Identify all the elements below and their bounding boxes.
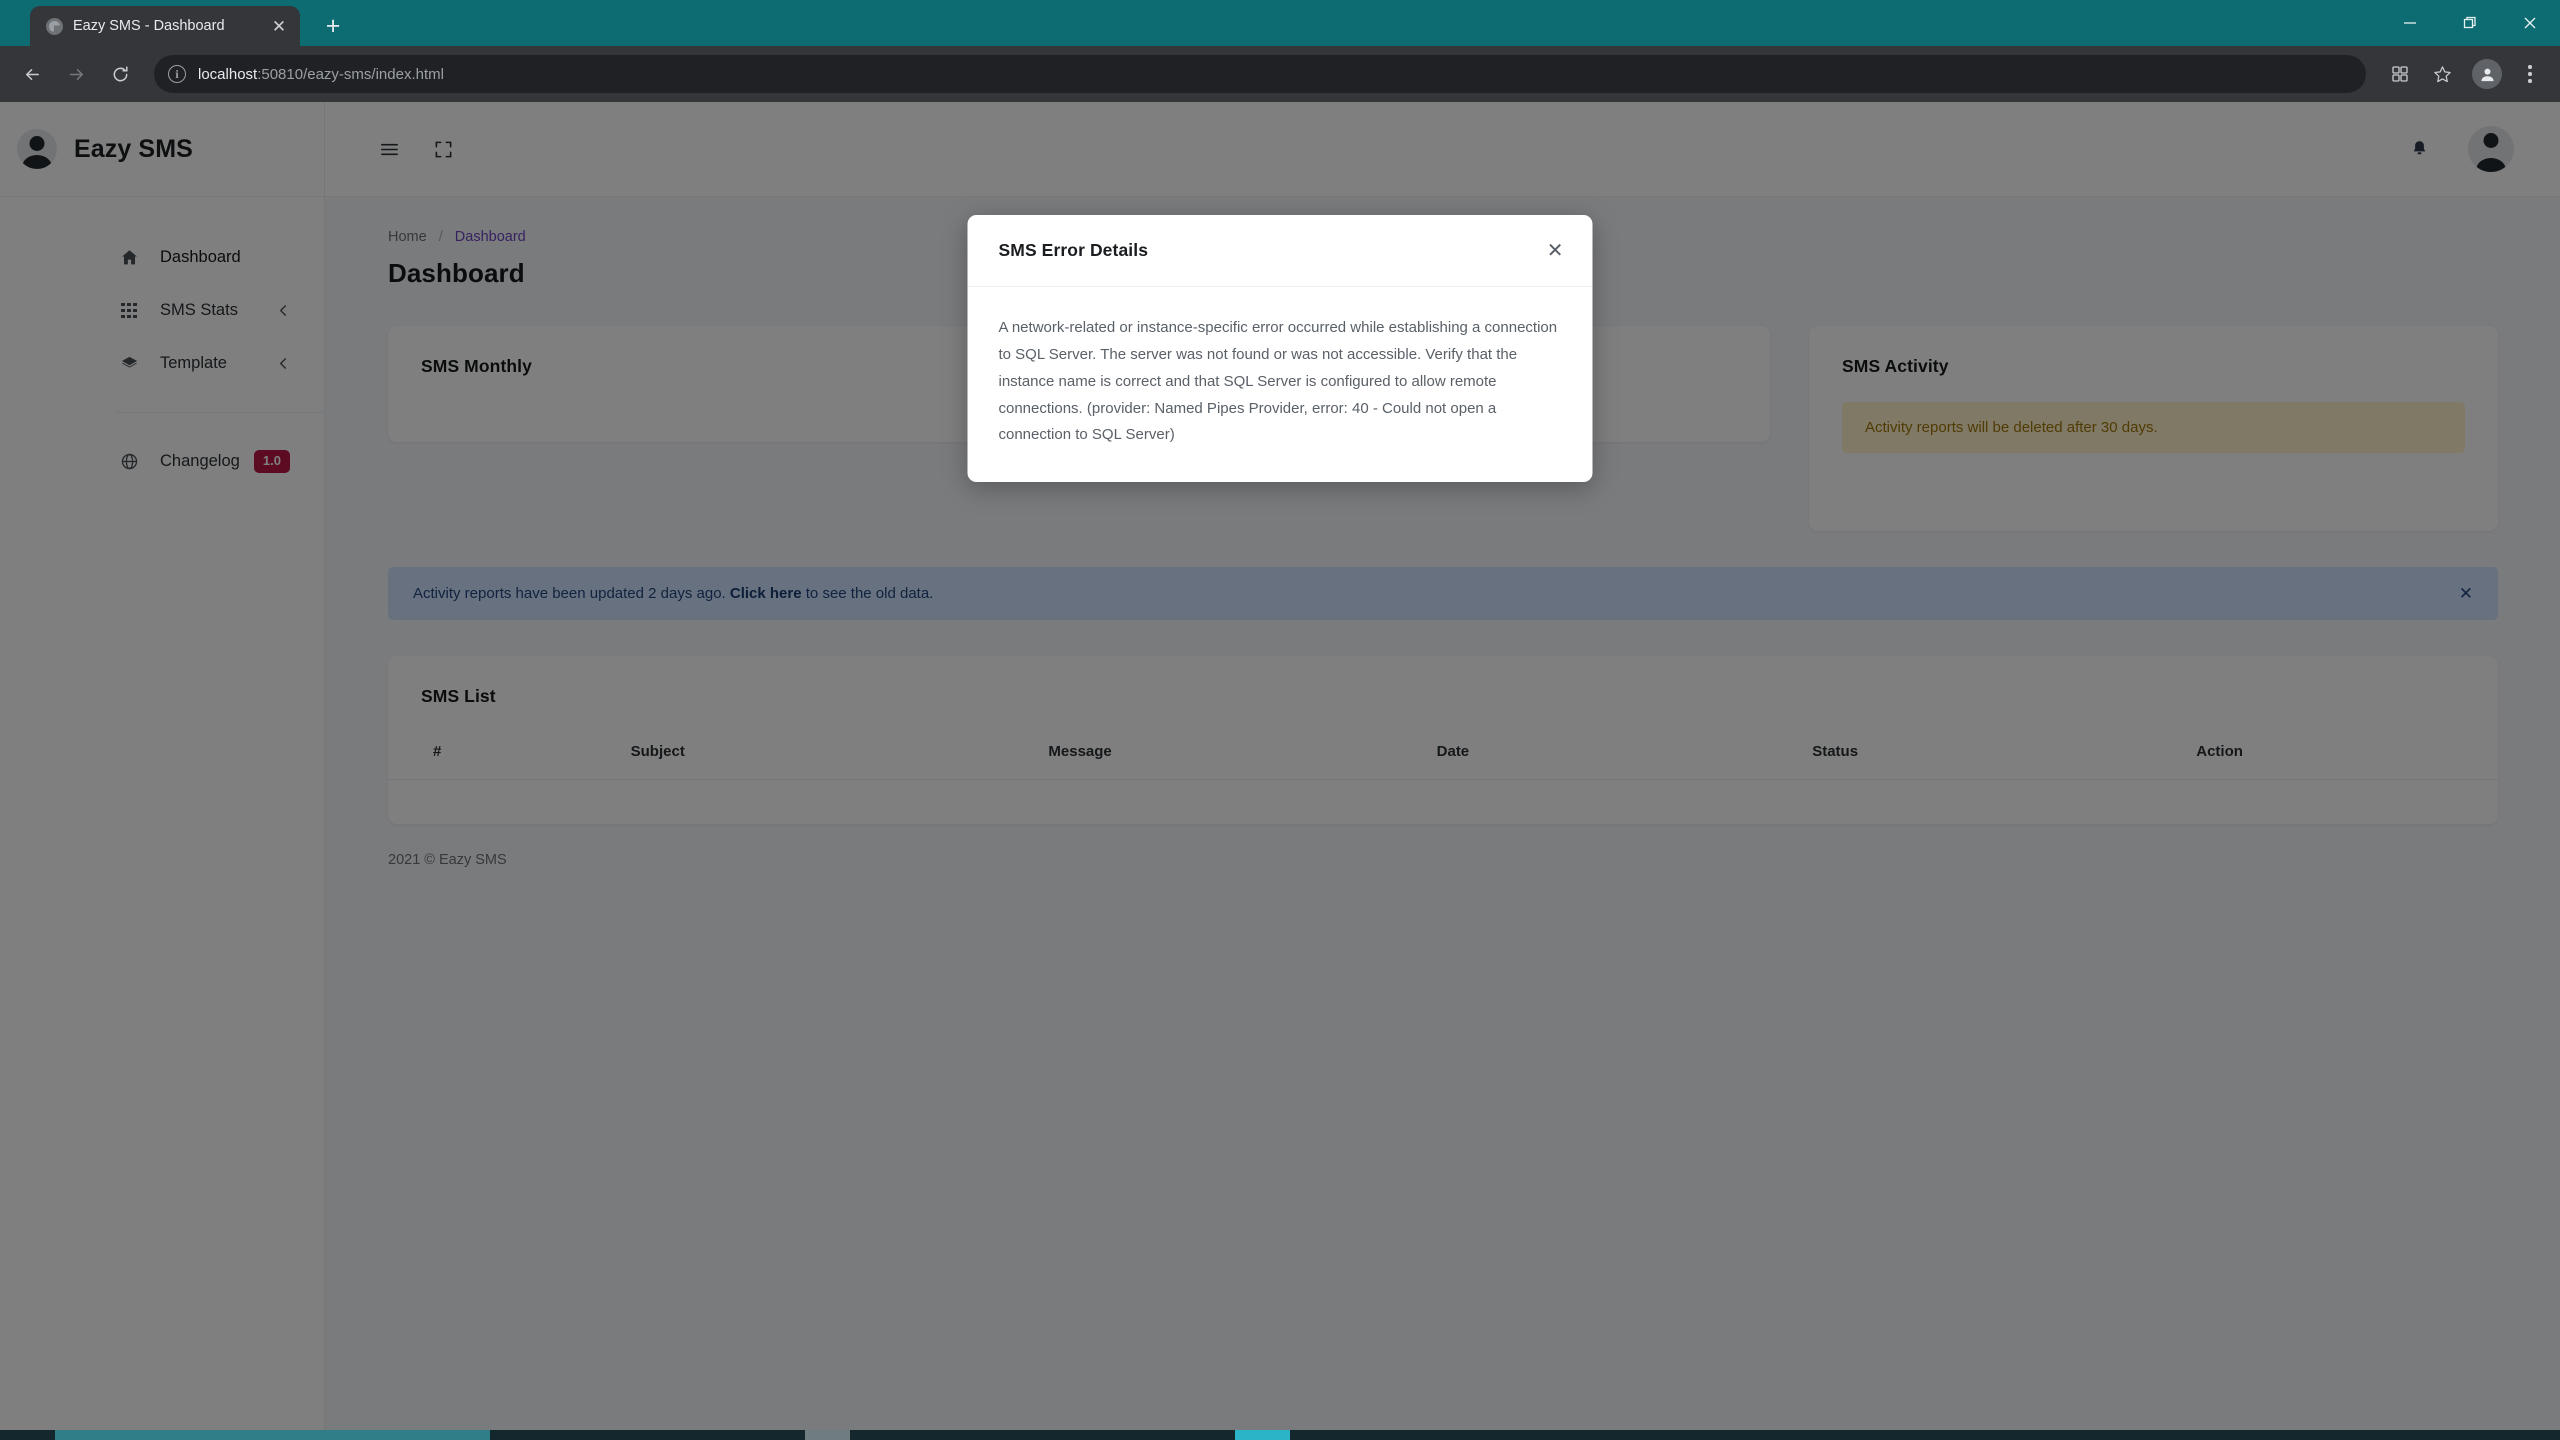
- star-icon[interactable]: [2422, 54, 2462, 94]
- forward-arrow-icon[interactable]: [56, 54, 96, 94]
- new-tab-button[interactable]: +: [314, 7, 352, 45]
- taskbar-gap: [850, 1430, 1235, 1440]
- profile-avatar-icon[interactable]: [2472, 59, 2502, 89]
- minimize-icon[interactable]: [2380, 0, 2440, 46]
- window-controls: [2380, 0, 2560, 46]
- browser-tab-title: Eazy SMS - Dashboard: [73, 18, 225, 34]
- browser-tab-strip: Eazy SMS - Dashboard ✕ +: [0, 0, 2560, 46]
- taskbar-item[interactable]: [55, 1430, 490, 1440]
- modal-title: SMS Error Details: [998, 240, 1149, 260]
- taskbar-gap: [490, 1430, 805, 1440]
- toolbar-actions: [2380, 54, 2548, 94]
- os-taskbar: [0, 1430, 2560, 1440]
- browser-toolbar: i localhost:50810/eazy-sms/index.html: [0, 46, 2560, 102]
- back-arrow-icon[interactable]: [12, 54, 52, 94]
- restore-icon[interactable]: [2440, 0, 2500, 46]
- reload-icon[interactable]: [100, 54, 140, 94]
- extensions-icon[interactable]: [2380, 54, 2420, 94]
- close-icon[interactable]: ✕: [1547, 241, 1564, 261]
- info-icon[interactable]: i: [168, 65, 186, 83]
- browser-tab[interactable]: Eazy SMS - Dashboard ✕: [30, 6, 300, 46]
- address-bar[interactable]: i localhost:50810/eazy-sms/index.html: [154, 55, 2366, 93]
- taskbar-item-active[interactable]: [1235, 1430, 1290, 1440]
- modal-body-text: A network-related or instance-specific e…: [998, 319, 1558, 444]
- taskbar-item[interactable]: [805, 1430, 850, 1440]
- browser-window: Eazy SMS - Dashboard ✕ + i localhost:508…: [0, 0, 2560, 1440]
- url-path: :50810/eazy-sms/index.html: [257, 65, 444, 83]
- kebab-menu-icon[interactable]: [2512, 54, 2548, 94]
- taskbar-tray: [1290, 1430, 2560, 1440]
- close-icon[interactable]: ✕: [268, 15, 290, 37]
- globe-icon: [46, 17, 63, 35]
- page-viewport: Eazy SMS Dashboard SMS Stats: [0, 102, 2560, 1440]
- sms-error-details-modal: SMS Error Details ✕ A network-related or…: [967, 215, 1593, 483]
- modal-header: SMS Error Details ✕: [967, 215, 1593, 287]
- url-host: localhost: [198, 65, 258, 83]
- close-icon[interactable]: [2500, 0, 2560, 46]
- taskbar-start[interactable]: [0, 1430, 55, 1440]
